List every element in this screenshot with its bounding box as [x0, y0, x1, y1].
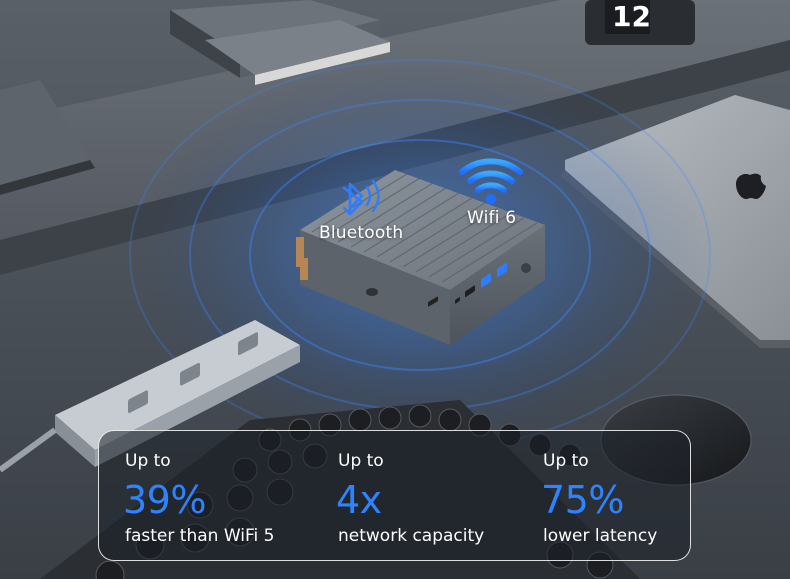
bluetooth-label: Bluetooth: [319, 223, 404, 243]
stats-panel: Up to 39% faster than WiFi 5 Up to 4x ne…: [98, 430, 691, 561]
stat-caption: network capacity: [338, 526, 485, 546]
wifi-label: Wifi 6: [467, 208, 517, 228]
desk-clock: 12: [585, 0, 695, 45]
svg-text:12: 12: [612, 0, 651, 33]
stat-value: 75%: [541, 478, 624, 522]
stat-caption: faster than WiFi 5: [125, 526, 275, 546]
stat-value: 39%: [123, 478, 206, 522]
stat-prefix: Up to: [543, 451, 589, 471]
stat-prefix: Up to: [338, 451, 384, 471]
stat-prefix: Up to: [125, 451, 171, 471]
stat-caption: lower latency: [543, 526, 658, 546]
stat-value: 4x: [336, 478, 382, 522]
